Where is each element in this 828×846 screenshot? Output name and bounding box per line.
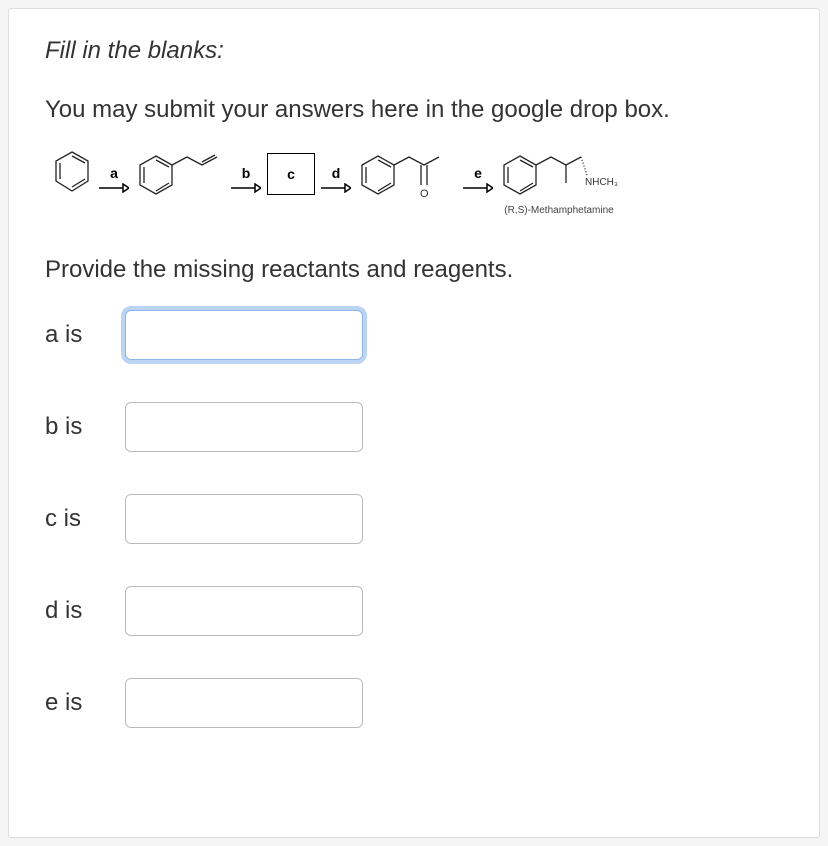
answer-label: a is bbox=[45, 321, 97, 349]
step-label-c: c bbox=[287, 166, 295, 182]
phenylacetone-icon: O bbox=[357, 147, 457, 205]
answer-input-c[interactable] bbox=[125, 494, 363, 544]
arrow-e: e bbox=[463, 165, 493, 193]
answer-row-a: a is bbox=[45, 310, 783, 360]
answer-row-c: c is bbox=[45, 494, 783, 544]
answer-input-b[interactable] bbox=[125, 402, 363, 452]
step-label-b: b bbox=[242, 165, 251, 181]
answer-row-d: d is bbox=[45, 586, 783, 636]
answer-row-e: e is bbox=[45, 678, 783, 728]
step-label-a: a bbox=[110, 165, 118, 181]
answer-input-a[interactable] bbox=[125, 310, 363, 360]
prompt-text: Provide the missing reactants and reagen… bbox=[45, 256, 783, 284]
answer-input-d[interactable] bbox=[125, 586, 363, 636]
answer-label: e is bbox=[45, 689, 97, 717]
benzene-icon bbox=[51, 147, 93, 197]
arrow-a: a bbox=[99, 165, 129, 193]
product-name: (R,S)-Methamphetamine bbox=[504, 205, 613, 216]
final-product: NHCH₃ (R,S)-Methamphetamine bbox=[499, 147, 619, 216]
nhch3-label: NHCH₃ bbox=[585, 177, 618, 188]
arrow-b: b bbox=[231, 165, 261, 193]
allylbenzene-icon bbox=[135, 147, 225, 197]
answer-input-e[interactable] bbox=[125, 678, 363, 728]
step-label-e: e bbox=[474, 165, 482, 181]
intermediate-c-box: c bbox=[267, 153, 315, 195]
answer-label: c is bbox=[45, 505, 97, 533]
reaction-scheme: a b c d bbox=[51, 147, 783, 216]
answer-row-b: b is bbox=[45, 402, 783, 452]
oxygen-label: O bbox=[420, 188, 429, 200]
instruction-text: Fill in the blanks: bbox=[45, 37, 783, 65]
methamphetamine-icon: NHCH₃ bbox=[499, 147, 619, 197]
answer-label: b is bbox=[45, 413, 97, 441]
arrow-d: d bbox=[321, 165, 351, 193]
question-card: Fill in the blanks: You may submit your … bbox=[8, 8, 820, 838]
answer-label: d is bbox=[45, 597, 97, 625]
description-text: You may submit your answers here in the … bbox=[45, 93, 783, 127]
step-label-d: d bbox=[332, 165, 341, 181]
